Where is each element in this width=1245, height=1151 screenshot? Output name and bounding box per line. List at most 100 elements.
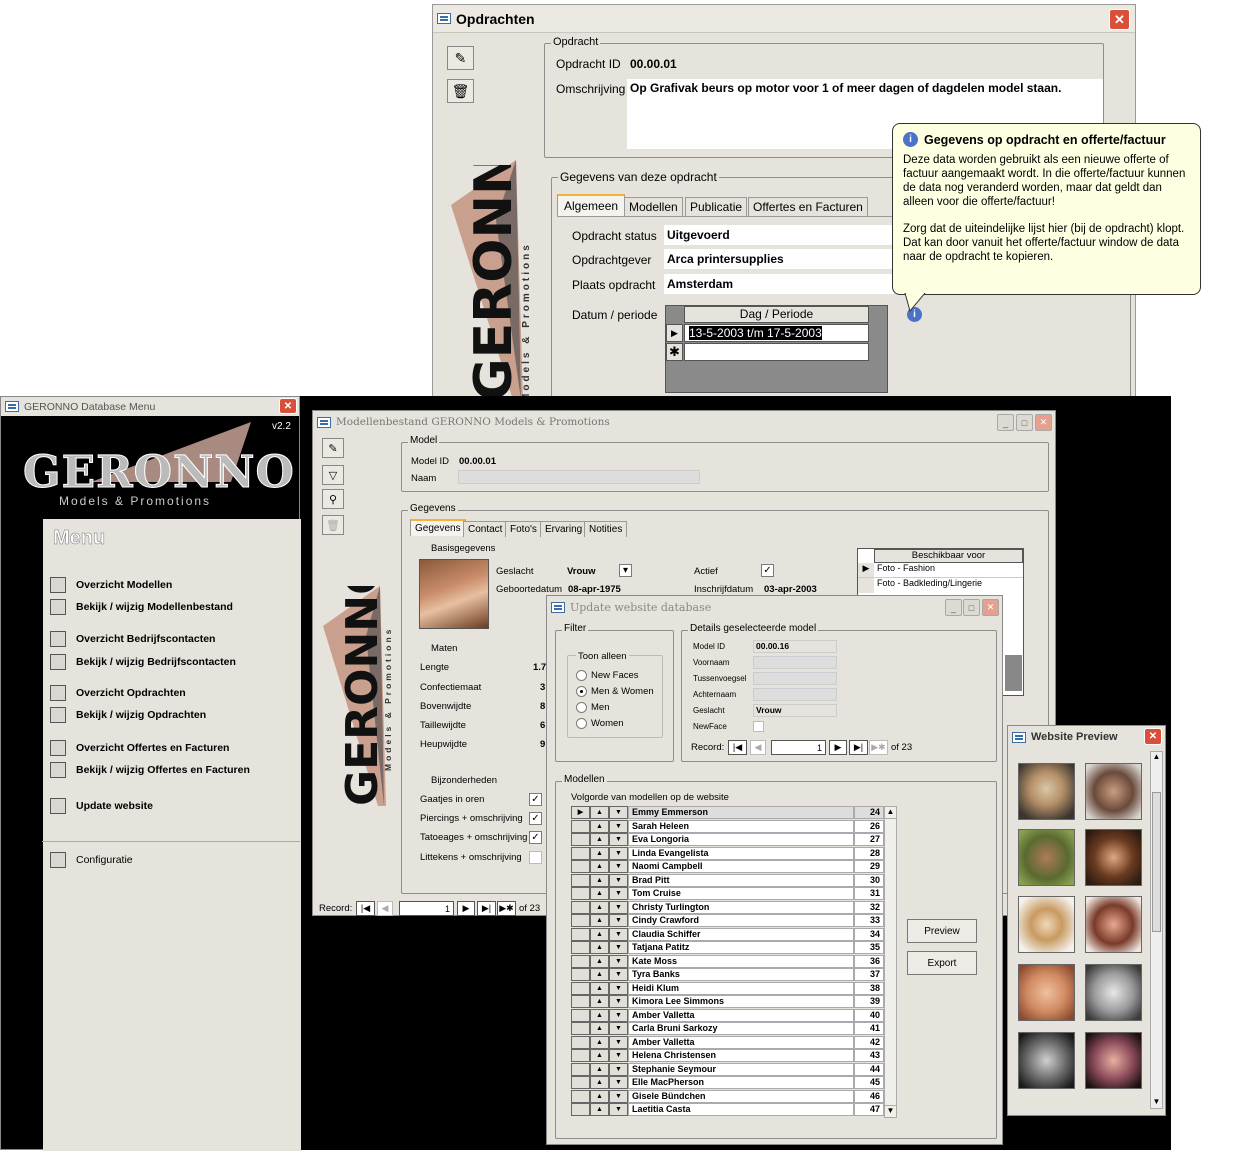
tab-publicatie[interactable]: Publicatie [685,197,748,216]
move-up-icon[interactable]: ▲ [590,941,609,955]
geslacht-dropdown-icon[interactable]: ▾ [619,564,632,577]
list-item[interactable]: ▲ ▼ Kimora Lee Simmons 39 [571,995,884,1009]
move-down-icon[interactable]: ▼ [609,941,628,955]
detail-voornaam[interactable] [753,656,837,669]
row-selector-icon[interactable] [571,941,590,955]
row-selector-icon[interactable] [571,914,590,928]
list-item[interactable]: ▲ ▼ Sarah Heleen 26 [571,819,884,833]
new-record-nav-button[interactable]: ▶✱ [869,740,888,755]
list-item[interactable]: ▲ ▼ Tom Cruise 31 [571,887,884,901]
move-up-icon[interactable]: ▲ [590,900,609,914]
row-selector-icon[interactable] [571,1049,590,1063]
menu-item-overzicht-opdrachten[interactable]: Overzicht Opdrachten [50,685,186,701]
tab-gegevens[interactable]: Gegevens [410,519,466,536]
radio-men-women[interactable] [576,686,587,697]
close-button[interactable]: ✕ [1109,9,1130,30]
model-thumbnail[interactable] [1018,896,1075,953]
move-up-icon[interactable]: ▲ [590,1022,609,1036]
menu-item-overzicht-modellen[interactable]: Overzicht Modellen [50,577,172,593]
menu-button-square[interactable] [50,685,66,701]
list-item[interactable]: ▲ ▼ Amber Valletta 40 [571,1008,884,1022]
move-down-icon[interactable]: ▼ [609,846,628,860]
menu-item-wijzig-modellen[interactable]: Bekijk / wijzig Modellenbestand [50,599,233,615]
move-down-icon[interactable]: ▼ [609,1062,628,1076]
detail-geslacht[interactable]: Vrouw [753,704,837,717]
move-up-icon[interactable]: ▲ [590,860,609,874]
model-thumbnail[interactable] [1018,829,1075,886]
radio-women[interactable] [576,718,587,729]
bijz-checkbox[interactable]: ✓ [529,812,542,825]
inschrijf-value[interactable]: 03-apr-2003 [764,584,817,595]
row-selector-icon[interactable] [571,887,590,901]
menu-button-square[interactable] [50,577,66,593]
maat-value[interactable]: 8 [540,701,545,712]
move-up-icon[interactable]: ▲ [590,954,609,968]
list-scrollbar[interactable]: ▲ ▼ [884,806,897,1118]
model-thumbnail[interactable] [1085,896,1142,953]
menu-titlebar[interactable]: GERONNO Database Menu [1,397,299,416]
row-selector-icon[interactable] [571,995,590,1009]
row-selector-icon[interactable] [571,1062,590,1076]
preview-close-button[interactable]: ✕ [1144,728,1162,745]
list-item[interactable]: ▶ ▲ ▼ Emmy Emmerson 24 [571,806,884,820]
binoculars-icon[interactable]: ⚲ [322,489,344,509]
plaats-field[interactable]: Amsterdam [664,274,894,294]
move-down-icon[interactable]: ▼ [609,1103,628,1117]
bijz-checkbox[interactable] [529,851,542,864]
menu-item-configuratie[interactable]: Configuratie [50,852,133,868]
menu-button-square[interactable] [50,762,66,778]
opdrachten-titlebar[interactable]: Opdrachten [433,5,1135,33]
menu-button-square[interactable] [50,599,66,615]
move-down-icon[interactable]: ▼ [609,995,628,1009]
move-down-icon[interactable]: ▼ [609,1008,628,1022]
record-number-field[interactable]: 1 [399,901,454,916]
menu-item-overzicht-offertes[interactable]: Overzicht Offertes en Facturen [50,740,229,756]
close-button[interactable]: ✕ [1035,414,1052,431]
menu-button-square[interactable] [50,631,66,647]
radio-new-faces[interactable] [576,670,587,681]
list-item[interactable]: ▲ ▼ Eva Longoria 27 [571,833,884,847]
move-down-icon[interactable]: ▼ [609,806,628,820]
delete-button[interactable]: 🗑 [322,515,344,535]
list-item[interactable]: ▲ ▼ Laetitia Casta 47 [571,1103,884,1117]
move-down-icon[interactable]: ▼ [609,927,628,941]
model-thumbnail[interactable] [1018,964,1075,1021]
maat-value[interactable]: 6 [540,720,545,731]
model-thumbnail[interactable] [1085,1032,1142,1089]
move-down-icon[interactable]: ▼ [609,968,628,982]
datum-new-row[interactable] [684,343,869,361]
menu-close-button[interactable]: ✕ [279,398,297,414]
model-thumbnail[interactable] [1085,763,1142,820]
prev-record-button[interactable]: ◀ [377,901,393,916]
row-selector-icon[interactable] [571,1008,590,1022]
move-up-icon[interactable]: ▲ [590,819,609,833]
filter-icon[interactable]: ▽ [322,465,344,485]
last-record-button[interactable]: ▶| [849,740,868,755]
preview-button[interactable]: Preview [907,919,977,943]
list-item[interactable]: ▲ ▼ Carla Bruni Sarkozy 41 [571,1022,884,1036]
list-item[interactable]: ▲ ▼ Gisele Bündchen 46 [571,1089,884,1103]
maat-value[interactable]: 9 [540,739,545,750]
move-down-icon[interactable]: ▼ [609,981,628,995]
new-record-nav-button[interactable]: ▶✱ [497,901,516,916]
maximize-button[interactable]: □ [963,599,980,616]
list-item[interactable]: ▲ ▼ Kate Moss 36 [571,954,884,968]
update-titlebar[interactable]: Update website database [547,596,1002,618]
move-down-icon[interactable]: ▼ [609,1049,628,1063]
list-item[interactable]: ▲ ▼ Tyra Banks 37 [571,968,884,982]
list-item[interactable]: ▲ ▼ Naomi Campbell 29 [571,860,884,874]
row-selector-icon[interactable] [571,833,590,847]
menu-button-square[interactable] [50,798,66,814]
row-selector-icon[interactable] [571,846,590,860]
move-down-icon[interactable]: ▼ [609,1035,628,1049]
beschikbaar-item[interactable]: Foto - Fashion [874,563,935,577]
move-up-icon[interactable]: ▲ [590,887,609,901]
geslacht-value[interactable]: Vrouw [567,566,596,577]
move-down-icon[interactable]: ▼ [609,1089,628,1103]
bijz-checkbox[interactable]: ✓ [529,831,542,844]
move-down-icon[interactable]: ▼ [609,887,628,901]
scroll-thumb[interactable] [1152,792,1161,932]
row-selector-icon[interactable] [571,1076,590,1090]
move-up-icon[interactable]: ▲ [590,927,609,941]
tab-notities[interactable]: Notities [584,521,628,537]
